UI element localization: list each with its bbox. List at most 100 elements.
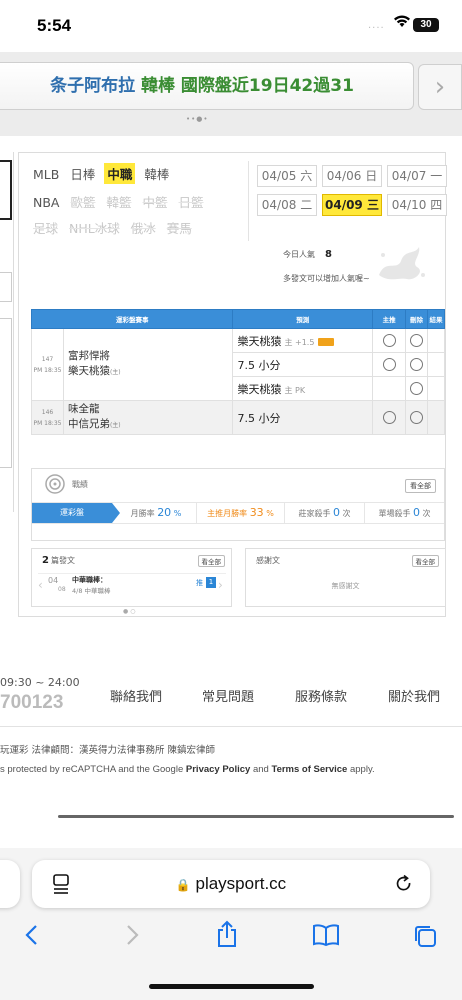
left-avatar-frame	[0, 160, 12, 220]
terms-of-service-link[interactable]: Terms of Service	[271, 764, 347, 775]
stat-single-killer: 單場殺手 0 次	[364, 503, 444, 523]
service-phone[interactable]: 700123	[0, 692, 63, 714]
main-pick-radio[interactable]	[382, 411, 396, 425]
post-title: 中華職棒：	[72, 576, 107, 584]
tabs-icon[interactable]	[412, 923, 438, 949]
previous-tab-peek[interactable]	[0, 860, 20, 908]
divider	[248, 161, 249, 241]
main-pick-radio[interactable]	[382, 334, 396, 348]
date-cell[interactable]: 04/05 六	[257, 165, 317, 187]
col-header-game: 運彩盤賽事	[30, 309, 234, 329]
record-box: 戰績 看全部 運彩盤 月勝率 20 % 主推月勝率 33 % 莊家殺手 0 次 …	[31, 468, 445, 541]
record-tab[interactable]: 運彩盤	[32, 503, 120, 523]
game-info: 147 PM 18:35	[31, 328, 64, 401]
banner-author: 条子阿布拉	[50, 76, 136, 96]
popularity: 今日人氣 8	[283, 249, 332, 260]
stat-main-month-win: 主推月勝率 33 %	[196, 503, 284, 523]
record-stats-row: 運彩盤 月勝率 20 % 主推月勝率 33 % 莊家殺手 0 次 單場殺手 0 …	[32, 502, 444, 524]
reload-icon[interactable]	[394, 874, 414, 894]
status-time: 5:54	[37, 16, 72, 35]
promo-banner[interactable]: 条子阿布拉 韓棒 國際盤近19日42過31	[0, 62, 414, 110]
sport-row-3: 足球 NHL冰球 俄冰 賽馬	[31, 217, 201, 238]
thanks-view-all-button[interactable]: 看全部	[411, 555, 439, 567]
game-teams: 味全龍 中信兄弟(主)	[62, 400, 234, 435]
forward-icon[interactable]	[122, 923, 142, 947]
browser-toolbar: 🔒 playsport.cc	[0, 848, 462, 1000]
posts-title: 2 篇發文	[42, 555, 75, 566]
sport-mlb[interactable]: MLB	[31, 166, 61, 183]
web-page: 条子阿布拉 韓棒 國際盤近19日42過31 › ••●• MLB 日棒 中職 韓棒 N…	[0, 52, 462, 848]
thanks-title: 感謝文	[256, 556, 280, 565]
banner-record: 韓棒 國際盤近19日42過31	[141, 76, 354, 96]
back-icon[interactable]	[22, 923, 42, 947]
thanks-box: 感謝文 看全部 無感謝文	[245, 548, 446, 607]
table-row: 146 PM 18:35 味全龍 中信兄弟(主) 7.5 小分	[31, 400, 445, 435]
col-header-main: 主推	[372, 309, 407, 329]
sport-npb[interactable]: 日棒	[68, 163, 97, 184]
hot-tag-icon	[318, 337, 335, 346]
pick-cell: 7.5 小分	[232, 352, 374, 377]
date-cell-selected[interactable]: 04/09 三	[322, 194, 382, 216]
banner-next-button[interactable]: ›	[418, 64, 462, 110]
address-bar[interactable]: 🔒 playsport.cc	[32, 860, 430, 908]
date-cell[interactable]: 04/07 一	[387, 165, 447, 187]
divider	[0, 726, 462, 727]
mascot-icon	[379, 247, 425, 280]
battery-icon: 30	[413, 18, 439, 32]
chevron-left-icon[interactable]: ‹	[38, 578, 43, 592]
col-header-result: 結果	[427, 309, 445, 329]
bookmarks-icon[interactable]	[312, 923, 340, 947]
pick-cell: 樂天桃猿主 PK	[232, 376, 374, 401]
sport-kbo[interactable]: 韓棒	[142, 163, 171, 184]
date-cell[interactable]: 04/10 四	[387, 194, 447, 216]
delete-radio[interactable]	[410, 334, 424, 348]
main-pick-radio[interactable]	[382, 358, 396, 372]
date-cell[interactable]: 04/06 日	[322, 165, 382, 187]
col-header-delete: 刪除	[405, 309, 428, 329]
url-text[interactable]: 🔒 playsport.cc	[32, 874, 430, 894]
pick-cell: 7.5 小分	[232, 400, 374, 435]
sport-soccer: 足球	[33, 221, 59, 236]
game-info: 146 PM 18:35	[31, 400, 64, 435]
record-view-all-button[interactable]: 看全部	[405, 479, 436, 493]
lock-icon: 🔒	[175, 878, 191, 892]
sport-cpbl[interactable]: 中職	[104, 163, 136, 184]
horizontal-scrollbar[interactable]	[58, 815, 454, 818]
sport-nba[interactable]: NBA	[31, 194, 61, 211]
posts-view-all-button[interactable]: 看全部	[197, 555, 225, 567]
left-block	[0, 272, 12, 302]
popularity-count: 8	[325, 249, 332, 260]
table-row: 147 PM 18:35 富邦悍將 樂天桃猿(主) 樂天桃猿主 +1.5	[31, 328, 445, 401]
push-label: 推	[196, 579, 203, 587]
privacy-policy-link[interactable]: Privacy Policy	[186, 764, 250, 775]
wifi-icon	[394, 15, 410, 27]
sport-china-basket: 中籃	[142, 195, 168, 210]
banner-pager[interactable]: ••●•	[186, 115, 209, 123]
sport-row-2: NBA 歐籃 韓籃 中籃 日籃	[31, 191, 213, 212]
date-cell[interactable]: 04/08 二	[257, 194, 317, 216]
stat-month-win: 月勝率 20 %	[130, 506, 182, 519]
post-item[interactable]: ‹ 04 08 中華職棒： 4/8 中華職棒 推 1 ›	[38, 573, 226, 595]
push-count: 1	[206, 577, 216, 588]
sport-horse: 賽馬	[166, 221, 192, 236]
signal-icon: ....	[368, 20, 385, 31]
delete-radio[interactable]	[410, 358, 424, 372]
chevron-right-icon[interactable]: ›	[218, 578, 223, 592]
delete-radio[interactable]	[410, 382, 424, 396]
footer-link-about[interactable]: 關於我們	[388, 686, 440, 705]
footer-link-faq[interactable]: 常見問題	[202, 686, 254, 705]
legal-text: 玩運彩 法律顧問：漢英得力法律事務所 陳鎮宏律師	[0, 745, 216, 756]
left-panel-edge	[0, 152, 14, 512]
left-block	[0, 318, 12, 468]
footer-link-terms[interactable]: 服務條款	[295, 686, 347, 705]
share-icon[interactable]	[216, 920, 238, 948]
main-panel: MLB 日棒 中職 韓棒 NBA 歐籃 韓籃 中籃 日籃 足球 NHL冰球 俄冰 賽馬 04/05 …	[18, 152, 447, 617]
pick-cell: 樂天桃猿主 +1.5	[232, 328, 374, 353]
sport-euro-basket: 歐籃	[70, 195, 96, 210]
col-header-pick: 預測	[232, 309, 374, 329]
delete-radio[interactable]	[410, 411, 424, 425]
thanks-empty: 無感謝文	[331, 582, 360, 590]
footer-link-contact[interactable]: 聯絡我們	[110, 686, 162, 705]
stat-bookie-killer: 莊家殺手 0 次	[284, 503, 364, 523]
record-title: 戰績	[72, 480, 88, 489]
